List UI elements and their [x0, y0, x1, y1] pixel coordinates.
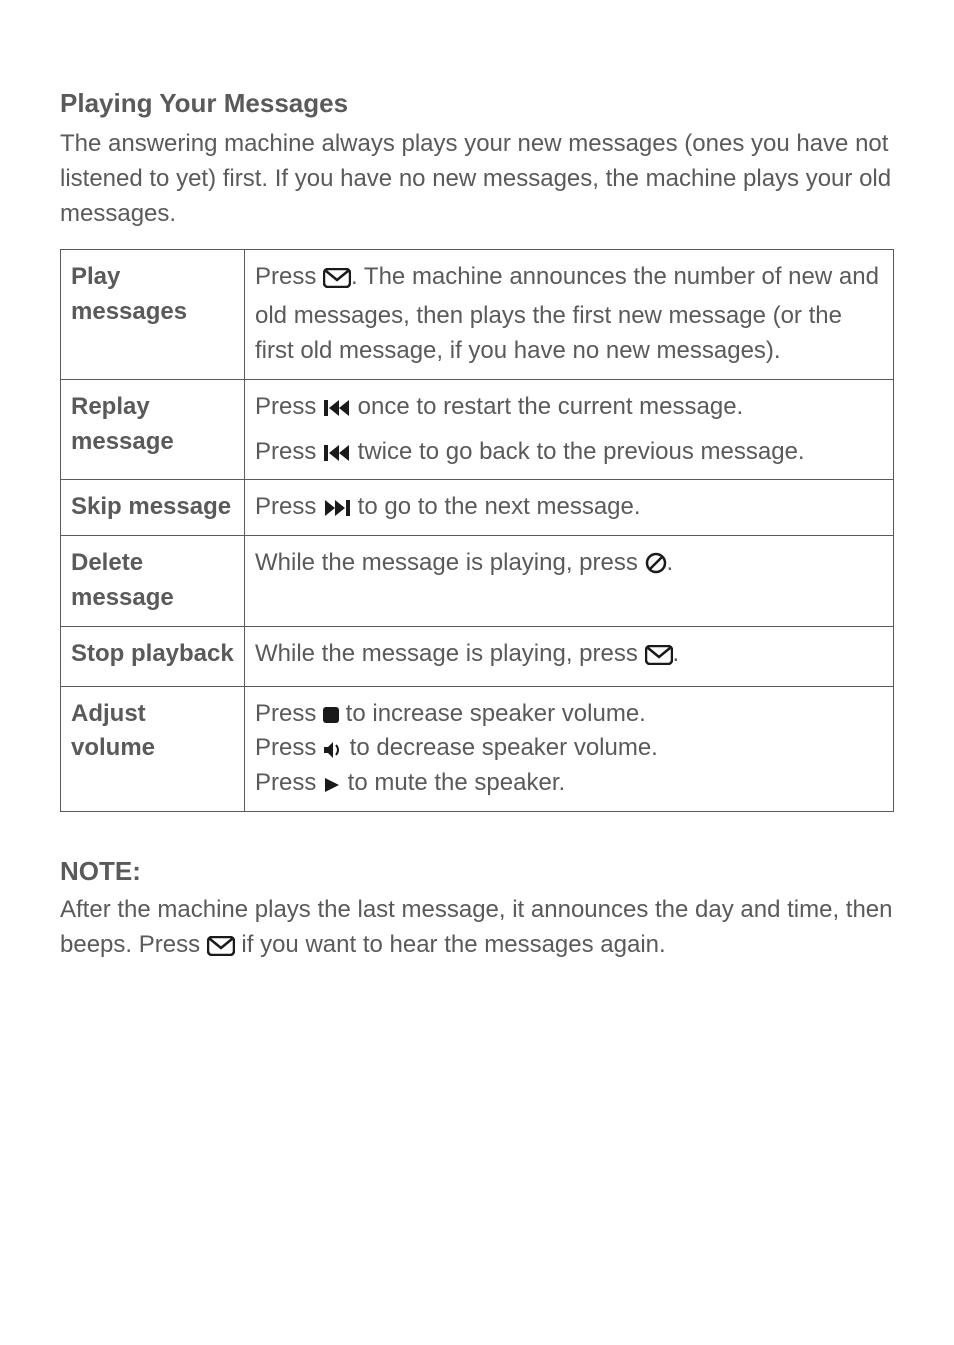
table-row: Replay message Press once to restart the… — [61, 379, 894, 480]
envelope-icon — [323, 264, 351, 299]
text: twice to go back to the previous message… — [351, 438, 805, 465]
text: Press — [255, 734, 323, 761]
row-desc: Press once to restart the current messag… — [245, 379, 894, 480]
play-icon — [323, 776, 341, 794]
envelope-icon — [207, 932, 235, 967]
envelope-icon — [645, 641, 673, 676]
skip-previous-icon — [323, 398, 351, 418]
text: Press — [255, 393, 323, 420]
text: Press — [255, 263, 323, 290]
row-label: Delete message — [61, 536, 245, 627]
text: if you want to hear the messages again. — [235, 931, 666, 958]
row-label: Skip message — [61, 480, 245, 536]
text: . — [667, 549, 674, 576]
table-row: Skip message Press to go to the next mes… — [61, 480, 894, 536]
note-title: NOTE: — [60, 856, 894, 887]
row-desc: Press . The machine announces the number… — [245, 250, 894, 379]
row-desc: While the message is playing, press . — [245, 536, 894, 627]
row-label: Adjust volume — [61, 686, 245, 811]
text: to decrease speaker volume. — [343, 734, 658, 761]
text: . — [673, 640, 680, 667]
text: Press — [255, 438, 323, 465]
stop-icon — [323, 707, 339, 723]
text: Press — [255, 769, 323, 796]
row-label: Stop playback — [61, 626, 245, 686]
text: to mute the speaker. — [341, 769, 565, 796]
text: to go to the next message. — [351, 493, 641, 520]
intro-paragraph: The answering machine always plays your … — [60, 127, 894, 231]
row-desc: Press to increase speaker volume. Press … — [245, 686, 894, 811]
table-row: Adjust volume Press to increase speaker … — [61, 686, 894, 811]
table-row: Play messages Press . The machine announ… — [61, 250, 894, 379]
text: While the message is playing, press — [255, 549, 645, 576]
volume-icon — [323, 741, 343, 759]
text: While the message is playing, press — [255, 640, 645, 667]
table-row: Stop playback While the message is playi… — [61, 626, 894, 686]
text: Press — [255, 493, 323, 520]
row-desc: Press to go to the next message. — [245, 480, 894, 536]
note-paragraph: After the machine plays the last message… — [60, 893, 894, 967]
delete-icon — [645, 552, 667, 574]
table-row: Delete message While the message is play… — [61, 536, 894, 627]
text: once to restart the current message. — [351, 393, 743, 420]
section-title: Playing Your Messages — [60, 88, 894, 119]
text: Press — [255, 700, 323, 727]
text: to increase speaker volume. — [339, 700, 646, 727]
row-label: Play messages — [61, 250, 245, 379]
skip-previous-icon — [323, 443, 351, 463]
row-desc: While the message is playing, press . — [245, 626, 894, 686]
row-label: Replay message — [61, 379, 245, 480]
controls-table: Play messages Press . The machine announ… — [60, 249, 894, 812]
skip-next-icon — [323, 498, 351, 518]
